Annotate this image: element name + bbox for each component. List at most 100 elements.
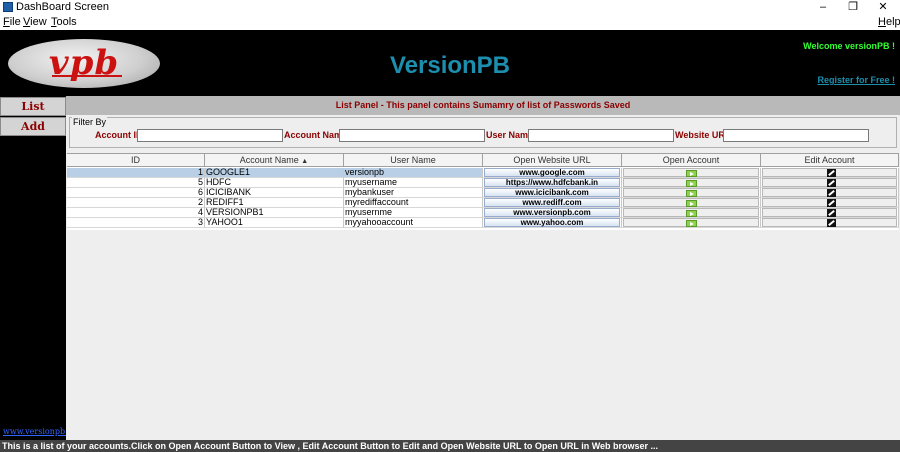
edit-account-button[interactable] [762,178,897,187]
open-account-button[interactable] [623,188,759,197]
col-header-edit-account[interactable]: Edit Account [761,154,899,167]
minimize-button[interactable]: – [808,0,838,15]
open-website-url-button[interactable]: www.rediff.com [484,198,620,207]
cell-open-website-url: www.rediff.com [483,198,622,208]
cell-open-website-url: https://www.hdfcbank.in [483,178,622,188]
user-name-input[interactable] [528,129,674,142]
open-website-url-button[interactable]: www.icicibank.com [484,188,620,197]
edit-account-button[interactable] [762,188,897,197]
edit-pencil-icon [827,189,836,197]
list-button[interactable]: List [0,97,66,116]
cell-account-name[interactable]: YAHOO1 [205,218,344,228]
edit-account-button[interactable] [762,168,897,177]
close-button[interactable]: ✕ [868,0,898,15]
cell-edit-account [761,208,899,218]
table-row[interactable]: 6 ICICIBANK mybankuser www.icicibank.com [67,188,899,198]
edit-account-button[interactable] [762,208,897,217]
app-title: VersionPB [389,52,511,79]
cell-id[interactable]: 2 [67,198,205,208]
accounts-table: ID Account Name ▲ User Name Open Website… [67,153,899,230]
cell-id[interactable]: 5 [67,178,205,188]
register-link[interactable]: Register for Free ! [817,75,895,85]
open-account-button[interactable] [623,218,759,227]
open-account-button[interactable] [623,198,759,207]
cell-user-name[interactable]: mybankuser [344,188,483,198]
green-arrow-icon [686,170,697,177]
app-icon [3,2,13,12]
edit-pencil-icon [827,169,836,177]
cell-edit-account [761,188,899,198]
green-arrow-icon [686,180,697,187]
cell-account-name[interactable]: ICICIBANK [205,188,344,198]
cell-user-name[interactable]: myusernme [344,208,483,218]
cell-open-account [622,188,761,198]
website-url-input[interactable] [723,129,869,142]
table-row[interactable]: 1 GOOGLE1 versionpb www.google.com [67,168,899,178]
cell-id[interactable]: 4 [67,208,205,218]
edit-pencil-icon [827,209,836,217]
open-website-url-button[interactable]: www.yahoo.com [484,218,620,227]
open-website-url-button[interactable]: www.versionpb.com [484,208,620,217]
cell-user-name[interactable]: myusername [344,178,483,188]
cell-edit-account [761,198,899,208]
menu-help[interactable]: Help [878,16,900,28]
status-text: This is a list of your accounts.Click on… [2,441,659,451]
col-header-user-name[interactable]: User Name [344,154,483,167]
account-name-input[interactable] [339,129,485,142]
table-row[interactable]: 3 YAHOO1 myyahooaccount www.yahoo.com [67,218,899,228]
cell-open-account [622,208,761,218]
green-arrow-icon [686,210,697,217]
cell-account-name[interactable]: HDFC [205,178,344,188]
cell-open-website-url: www.icicibank.com [483,188,622,198]
add-button[interactable]: Add [0,117,66,136]
cell-account-name[interactable]: REDIFF1 [205,198,344,208]
table-row[interactable]: 5 HDFC myusername https://www.hdfcbank.in [67,178,899,188]
user-name-label: User Name [486,130,534,140]
sort-ascending-icon: ▲ [301,158,309,165]
cell-open-website-url: www.google.com [483,168,622,178]
account-id-input[interactable] [137,129,283,142]
open-website-url-button[interactable]: https://www.hdfcbank.in [484,178,620,187]
edit-account-button[interactable] [762,198,897,207]
open-account-button[interactable] [623,178,759,187]
cell-open-account [622,218,761,228]
edit-pencil-icon [827,219,836,227]
open-account-button[interactable] [623,208,759,217]
cell-user-name[interactable]: versionpb [344,168,483,178]
cell-open-account [622,168,761,178]
menu-view[interactable]: View [23,16,47,28]
cell-edit-account [761,178,899,188]
menu-file[interactable]: File [3,16,21,28]
cell-open-website-url: www.versionpb.com [483,208,622,218]
cell-id[interactable]: 3 [67,218,205,228]
open-account-button[interactable] [623,168,759,177]
cell-user-name[interactable]: myrediffaccount [344,198,483,208]
left-sidebar: List Add www.versionpb.com [0,96,85,440]
filter-legend: Filter By [72,117,108,127]
open-website-url-button[interactable]: www.google.com [484,168,620,177]
col-header-account-name-label: Account Name [239,155,299,165]
cell-account-name[interactable]: GOOGLE1 [205,168,344,178]
table-row[interactable]: 2 REDIFF1 myrediffaccount www.rediff.com [67,198,899,208]
col-header-id[interactable]: ID [67,154,205,167]
green-arrow-icon [686,220,697,227]
maximize-button[interactable]: ❐ [838,0,868,15]
welcome-message: Welcome versionPB ! [803,41,895,51]
menu-tools[interactable]: Tools [51,16,77,28]
col-header-open-account[interactable]: Open Account [622,154,761,167]
cell-user-name[interactable]: myyahooaccount [344,218,483,228]
col-header-account-name[interactable]: Account Name ▲ [205,154,344,167]
cell-id[interactable]: 6 [67,188,205,198]
cell-edit-account [761,218,899,228]
green-arrow-icon [686,200,697,207]
list-panel: List Panel - This panel contains Sumamry… [66,96,900,440]
cell-account-name[interactable]: VERSIONPB1 [205,208,344,218]
col-header-open-website-url[interactable]: Open Website URL [483,154,622,167]
cell-id[interactable]: 1 [67,168,205,178]
edit-pencil-icon [827,199,836,207]
status-bar: This is a list of your accounts.Click on… [0,440,900,452]
green-arrow-icon [686,190,697,197]
table-row[interactable]: 4 VERSIONPB1 myusernme www.versionpb.com [67,208,899,218]
account-id-label: Account ID [95,130,143,140]
edit-account-button[interactable] [762,218,897,227]
